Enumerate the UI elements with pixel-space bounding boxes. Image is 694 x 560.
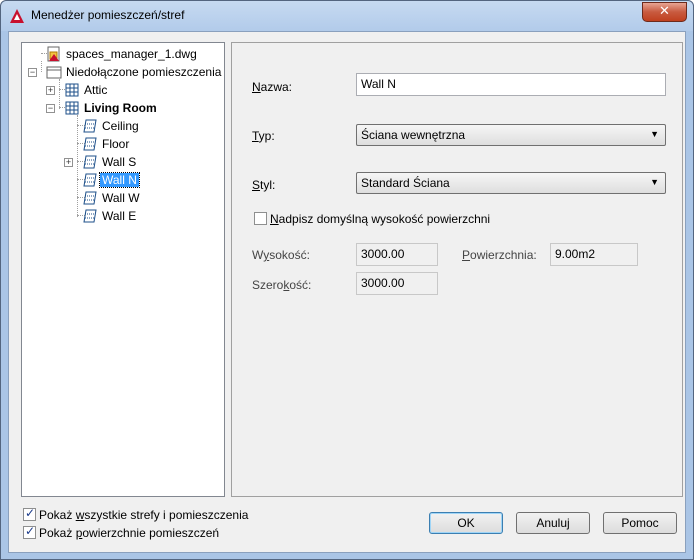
show-all-zones-label: Pokaż wszystkie strefy i pomieszczenia: [39, 508, 249, 522]
height-label: Wysokość:: [252, 248, 310, 262]
tree-item-label: Ceiling: [102, 119, 139, 133]
tree-item-attic[interactable]: + Attic: [22, 81, 222, 99]
tree-item-wall-e[interactable]: Wall E: [22, 207, 222, 225]
help-button[interactable]: Pomoc: [603, 512, 677, 534]
tree-item-label: Attic: [84, 83, 108, 97]
dialog-client: spaces_manager_1.dwg − Niedołączone pomi…: [8, 31, 686, 553]
tree-item-wall-w[interactable]: Wall W: [22, 189, 222, 207]
dropdown-arrow-icon: ▼: [650, 129, 659, 139]
name-field[interactable]: Wall N: [356, 73, 666, 96]
zone-grid-icon: [65, 101, 79, 115]
folder-icon: [46, 66, 62, 79]
drawing-file-icon: [47, 46, 60, 62]
spaces-tree[interactable]: spaces_manager_1.dwg − Niedołączone pomi…: [21, 42, 225, 497]
surface-icon: [83, 173, 97, 187]
style-label: Styl:: [252, 178, 276, 192]
show-surfaces-checkbox[interactable]: [23, 524, 36, 539]
tree-item-label: Floor: [102, 137, 130, 151]
tree-item-living-room[interactable]: − Living Room: [22, 99, 222, 117]
properties-panel: Nazwa: Wall N Typ: Ściana wewnętrzna ▼ S…: [231, 42, 683, 497]
tree-item-unattached[interactable]: − Niedołączone pomieszczenia: [22, 63, 222, 81]
zone-grid-icon: [65, 83, 79, 97]
surface-icon: [83, 119, 97, 133]
dialog-window: Menedżer pomieszczeń/stref ✕ spaces_mana…: [0, 0, 694, 560]
tree-item-floor[interactable]: Floor: [22, 135, 222, 153]
tree-item-label: Wall N: [99, 172, 140, 188]
style-selected-value: Standard Ściana: [361, 176, 450, 190]
tree-item-ceiling[interactable]: Ceiling: [22, 117, 222, 135]
surface-icon: [83, 155, 97, 169]
height-field: 3000.00: [356, 243, 438, 266]
cancel-button[interactable]: Anuluj: [516, 512, 590, 534]
show-all-zones-checkbox[interactable]: [23, 506, 36, 521]
title-bar[interactable]: Menedżer pomieszczeń/stref ✕: [1, 1, 693, 31]
override-height-label: Nadpisz domyślną wysokość powierzchni: [270, 212, 491, 226]
tree-item-label: Living Room: [84, 101, 157, 115]
tree-item-label: Niedołączone pomieszczenia: [66, 65, 222, 79]
surface-icon: [83, 191, 97, 205]
dropdown-arrow-icon: ▼: [650, 177, 659, 187]
expand-icon[interactable]: +: [46, 86, 55, 95]
surface-icon: [83, 209, 97, 223]
autocad-logo-icon: [10, 9, 24, 23]
tree-item-label: Wall W: [102, 191, 140, 205]
close-icon: ✕: [659, 4, 670, 19]
tree-item-wall-s[interactable]: + Wall S: [22, 153, 222, 171]
style-dropdown[interactable]: Standard Ściana ▼: [356, 172, 666, 194]
override-height-checkbox[interactable]: [254, 212, 267, 225]
show-surfaces-label: Pokaż powierzchnie pomieszczeń: [39, 526, 220, 540]
width-label: Szerokość:: [252, 278, 312, 292]
tree-item-drawing[interactable]: spaces_manager_1.dwg: [22, 45, 222, 63]
surface-icon: [83, 137, 97, 151]
type-selected-value: Ściana wewnętrzna: [361, 128, 466, 142]
collapse-icon[interactable]: −: [46, 104, 55, 113]
window-title: Menedżer pomieszczeń/stref: [31, 8, 185, 22]
type-label: Typ:: [252, 129, 275, 143]
tree-item-wall-n[interactable]: Wall N: [22, 171, 222, 189]
width-field: 3000.00: [356, 272, 438, 295]
close-button[interactable]: ✕: [642, 2, 687, 22]
type-dropdown[interactable]: Ściana wewnętrzna ▼: [356, 124, 666, 146]
expand-icon[interactable]: +: [64, 158, 73, 167]
tree-item-label: Wall E: [102, 209, 137, 223]
tree-item-label: Wall S: [102, 155, 137, 169]
collapse-icon[interactable]: −: [28, 68, 37, 77]
area-label: Powierzchnia:: [462, 248, 537, 262]
tree-item-label: spaces_manager_1.dwg: [66, 47, 197, 61]
name-label: Nazwa:: [252, 80, 293, 94]
area-field: 9.00m2: [550, 243, 638, 266]
ok-button[interactable]: OK: [429, 512, 503, 534]
